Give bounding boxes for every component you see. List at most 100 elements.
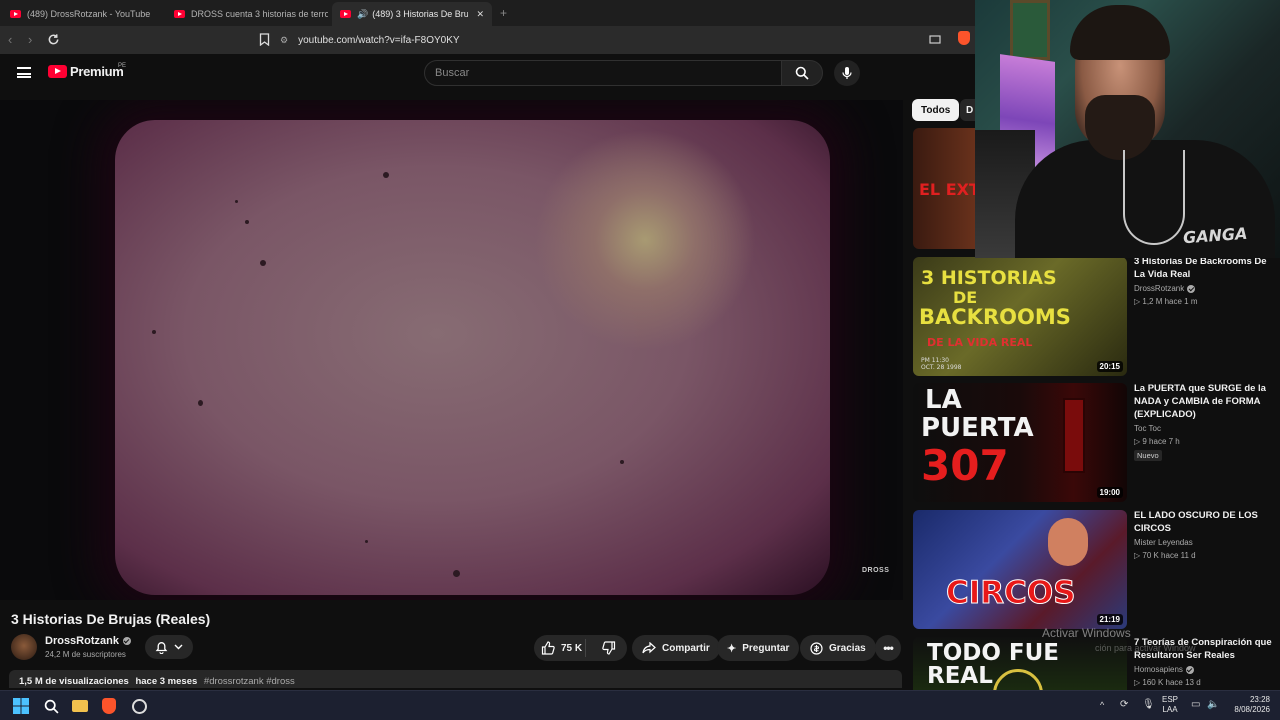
- display-icon[interactable]: ▭: [1191, 699, 1200, 710]
- clown-graphic: [1048, 518, 1088, 566]
- forward-icon[interactable]: ›: [28, 32, 32, 47]
- subscriber-count: 24,2 M de suscriptores: [45, 650, 126, 659]
- youtube-logo[interactable]: Premium: [48, 64, 124, 79]
- new-tab-button[interactable]: +: [500, 6, 507, 20]
- verified-icon: [1187, 284, 1196, 293]
- menu-icon[interactable]: [17, 67, 31, 78]
- thumbnail-text: BACKROOMS: [919, 305, 1071, 329]
- browser-tab[interactable]: (489) DrossRotzank - YouTube: [2, 2, 162, 26]
- taskbar-search-icon[interactable]: [41, 696, 61, 716]
- related-video-title[interactable]: La PUERTA que SURGE de la NADA y CAMBIA …: [1134, 382, 1274, 421]
- related-video-thumbnail[interactable]: CIRCOS 21:19: [913, 510, 1127, 629]
- brave-browser-icon[interactable]: [99, 696, 119, 716]
- brave-shield-icon[interactable]: [958, 31, 970, 45]
- verified-icon: [1185, 665, 1194, 674]
- channel-name-text: Homosapiens: [1134, 665, 1183, 674]
- tray-microphone-icon[interactable]: 🎙: [1142, 699, 1155, 710]
- related-video-stats: ▷ 1,2 M hace 1 m: [1134, 297, 1198, 306]
- chevron-down-icon: [174, 644, 183, 650]
- related-video-channel[interactable]: DrossRotzank: [1134, 284, 1196, 293]
- logo-text: Premium: [70, 64, 124, 79]
- input-language[interactable]: ESP LAA: [1162, 695, 1178, 715]
- video-player[interactable]: DROSS: [0, 100, 903, 600]
- windows-start-icon[interactable]: [11, 696, 31, 716]
- chip-todos[interactable]: Todos: [912, 99, 960, 121]
- obs-icon[interactable]: [129, 696, 149, 716]
- description-box[interactable]: 1,5 M de visualizaciones hace 3 meses #d…: [9, 670, 902, 688]
- verified-icon: [122, 637, 131, 645]
- dislike-button[interactable]: [592, 641, 627, 655]
- share-button[interactable]: Compartir: [632, 635, 720, 661]
- related-video-stats: ▷ 9 hace 7 h: [1134, 437, 1180, 446]
- network-icon[interactable]: ⟳: [1120, 699, 1128, 710]
- more-icon: •••: [883, 641, 894, 655]
- address-bar: ‹ › ⚙ youtube.com/watch?v=ifa-F8OY0KY: [0, 26, 975, 54]
- related-video-title[interactable]: 3 Historias De Backrooms De La Vida Real: [1134, 255, 1274, 281]
- voice-search-button[interactable]: [834, 60, 860, 86]
- thumbnail-text: DE: [953, 288, 978, 307]
- bookmark-icon[interactable]: [259, 33, 270, 46]
- microphone-icon: [842, 67, 852, 79]
- back-icon[interactable]: ‹: [8, 32, 12, 47]
- like-button[interactable]: 75 K: [534, 639, 586, 657]
- related-video-channel[interactable]: Toc Toc: [1134, 424, 1161, 433]
- thumbnail-text: LA: [925, 385, 962, 415]
- related-video-channel[interactable]: Homosapiens: [1134, 665, 1194, 674]
- search-placeholder: Buscar: [435, 67, 470, 79]
- related-video-thumbnail[interactable]: 3 HISTORIAS DE BACKROOMS DE LA VIDA REAL…: [913, 257, 1127, 376]
- reload-icon[interactable]: [47, 33, 60, 46]
- thumbnail-text: CIRCOS: [946, 575, 1077, 611]
- thumbs-down-icon: [602, 641, 616, 655]
- thumbnail-text: 307: [921, 441, 1009, 490]
- chain-necklace-graphic: [1123, 150, 1185, 245]
- thumbnail-text: 3 HISTORIAS: [921, 267, 1057, 289]
- file-explorer-icon[interactable]: [70, 696, 90, 716]
- share-label: Compartir: [662, 642, 710, 654]
- webcam-overlay: GANGA: [975, 0, 1280, 258]
- sparkle-icon: ✦: [727, 642, 737, 655]
- site-info-icon[interactable]: ⚙: [280, 35, 288, 46]
- ask-label: Preguntar: [742, 642, 790, 654]
- duration-badge: 21:19: [1096, 614, 1123, 625]
- thanks-button[interactable]: Gracias: [800, 635, 876, 661]
- thumbs-up-icon: [541, 641, 555, 655]
- browser-tab[interactable]: DROSS cuenta 3 historias de terror re: [166, 2, 328, 26]
- related-video-title[interactable]: EL LADO OSCURO DE LOS CIRCOS: [1134, 509, 1274, 535]
- region-label: PE: [118, 63, 127, 69]
- search-input[interactable]: Buscar: [424, 60, 782, 86]
- duration-badge: 19:00: [1096, 487, 1123, 498]
- thumbnail-text: OCT. 28 1998: [921, 364, 962, 371]
- new-badge: Nuevo: [1134, 450, 1162, 461]
- super-thanks-icon: [810, 641, 823, 655]
- youtube-logo-icon: [48, 65, 67, 78]
- video-title: 3 Historias De Brujas (Reales): [11, 611, 211, 627]
- notification-bell-button[interactable]: [145, 635, 193, 659]
- cast-icon[interactable]: [929, 35, 941, 45]
- more-actions-button[interactable]: •••: [875, 635, 901, 661]
- channel-avatar[interactable]: [11, 634, 37, 660]
- url-field[interactable]: ⚙ youtube.com/watch?v=ifa-F8OY0KY: [280, 29, 920, 51]
- browser-tab-active[interactable]: 🔊 (489) 3 Historias De Brujas (Re ✕: [332, 2, 492, 26]
- search-button[interactable]: [781, 60, 823, 86]
- related-video-thumbnail[interactable]: LA PUERTA 307 19:00: [913, 383, 1127, 502]
- channel-name[interactable]: DrossRotzank: [45, 635, 131, 647]
- video-frame: [115, 120, 830, 595]
- related-video-stats: ▷ 70 K hace 11 d: [1134, 551, 1196, 560]
- tab-title: (489) DrossRotzank - YouTube: [27, 9, 151, 19]
- url-text: youtube.com/watch?v=ifa-F8OY0KY: [298, 34, 460, 46]
- ask-button[interactable]: ✦ Preguntar: [717, 635, 800, 661]
- lang-code: ESP: [1162, 695, 1179, 704]
- volume-icon[interactable]: 🔈: [1207, 699, 1219, 710]
- hashtags[interactable]: #drossrotzank #dross: [204, 676, 295, 687]
- tab-title: DROSS cuenta 3 historias de terror re: [191, 9, 328, 19]
- related-video-channel[interactable]: Mister Leyendas: [1134, 538, 1193, 547]
- tray-chevron-up-icon[interactable]: ^: [1100, 700, 1104, 710]
- close-tab-icon[interactable]: ✕: [476, 9, 484, 20]
- clock[interactable]: 23:28 8/08/2026: [1222, 695, 1270, 715]
- activate-windows-watermark: Activar Windows: [1042, 626, 1131, 640]
- channel-watermark[interactable]: DROSS: [862, 567, 892, 583]
- browser-tab-bar: (489) DrossRotzank - YouTube DROSS cuent…: [0, 0, 975, 26]
- channel-name-text: Toc Toc: [1134, 424, 1161, 433]
- clock-time: 23:28: [1249, 695, 1270, 704]
- youtube-favicon-icon: [174, 10, 185, 18]
